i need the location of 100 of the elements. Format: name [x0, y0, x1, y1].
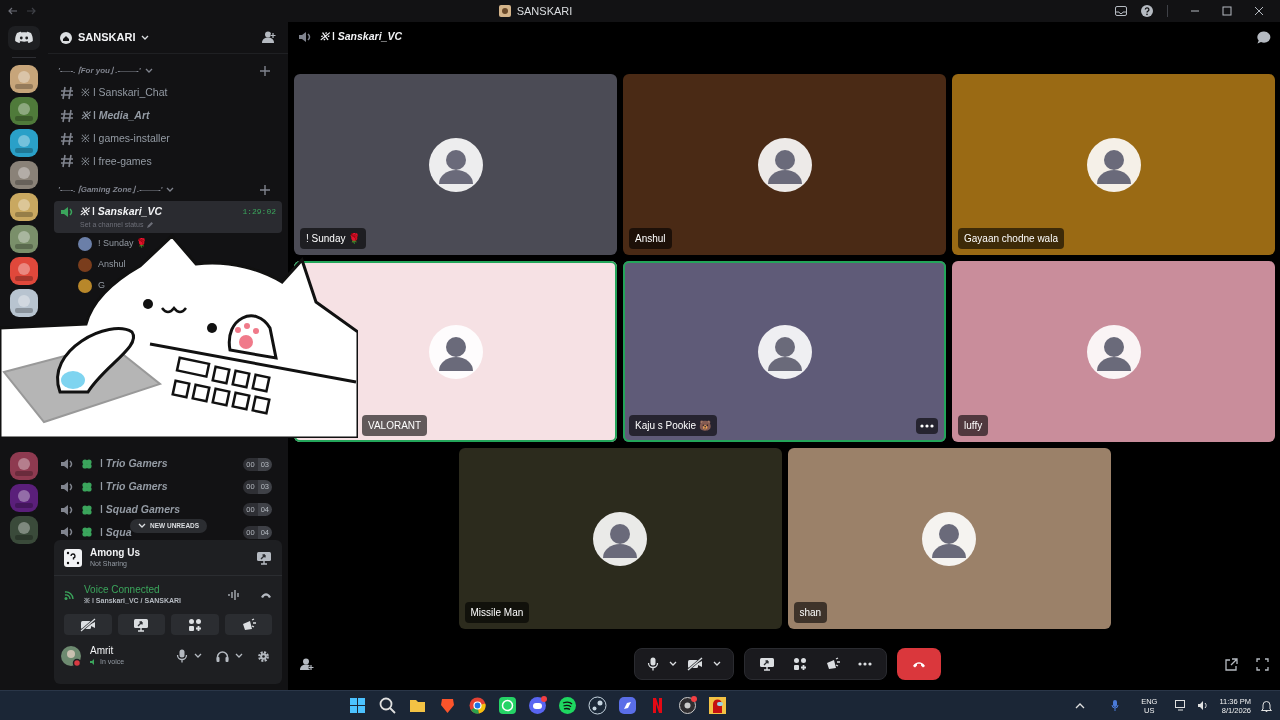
more-options-button[interactable] [916, 418, 938, 434]
participant-name: Missile Man [464, 602, 530, 623]
avatar [593, 511, 647, 566]
channel-name[interactable]: ※ ǀ games-installer [81, 130, 170, 147]
speaker-icon [60, 480, 74, 495]
video-tile[interactable]: shan [787, 448, 1111, 629]
audio-wave-icon[interactable] [228, 590, 240, 600]
crewmate-icon[interactable] [708, 696, 728, 715]
video-tile[interactable]: Kaju s Pookie 🐻 [623, 261, 946, 442]
help-icon[interactable] [1141, 5, 1153, 17]
server-name[interactable]: SANSKARI [78, 29, 136, 46]
category-header[interactable]: '-—-. ⌈Gaming Zone⌋ .-——-' [58, 183, 163, 196]
camera-off-icon[interactable] [687, 657, 703, 671]
add-user-icon[interactable] [300, 657, 314, 671]
panel-button[interactable] [117, 614, 165, 635]
camera-off-icon[interactable] [79, 617, 96, 632]
participant-name: luffy [958, 415, 989, 436]
panel-button[interactable] [171, 614, 219, 635]
close-icon[interactable] [1254, 6, 1264, 16]
server-icon[interactable] [10, 289, 38, 317]
plus-icon[interactable] [260, 66, 270, 76]
music-icon[interactable] [558, 696, 578, 715]
soundboard-icon[interactable] [240, 617, 256, 632]
inbox-icon[interactable] [1115, 6, 1127, 16]
more-icon[interactable] [920, 424, 934, 428]
speaker-icon [60, 204, 74, 219]
chevron-up-icon[interactable] [1075, 702, 1086, 709]
search-icon[interactable] [378, 696, 398, 715]
back-arrow-icon[interactable] [8, 7, 18, 15]
record-icon[interactable] [678, 696, 698, 715]
hang-up-button[interactable] [897, 648, 941, 680]
window-title: SANSKARI [516, 3, 573, 19]
screen-share-icon[interactable] [133, 617, 150, 632]
video-tile[interactable]: Gayaan chodne wala [952, 74, 1275, 255]
participant-name: Anshul [629, 228, 672, 249]
avatar [428, 324, 483, 379]
pop-out-icon[interactable] [1225, 657, 1238, 671]
maximize-icon[interactable] [1222, 6, 1232, 16]
channel-name[interactable]: ǀ Squa [100, 524, 132, 541]
panel-button[interactable] [224, 614, 272, 635]
avatar[interactable] [60, 645, 82, 667]
chat-icon[interactable] [1257, 30, 1271, 44]
video-tile[interactable]: Missile Man [458, 448, 782, 629]
more-icon[interactable] [858, 662, 872, 666]
participant-name: Gayaan chodne wala [958, 228, 1064, 249]
server-icon[interactable] [10, 129, 38, 157]
server-icon[interactable] [10, 97, 38, 125]
soundboard-icon[interactable] [825, 657, 840, 671]
start-icon[interactable] [348, 696, 368, 715]
avatar [757, 137, 812, 192]
speaker-icon [298, 30, 312, 44]
video-tile[interactable]: luffy [952, 261, 1275, 442]
member-name[interactable]: ! Sunday 🌹 [98, 236, 148, 251]
video-tile[interactable]: ! Sunday 🌹 [294, 74, 617, 255]
channel-name[interactable]: ǀ Squad Gamers [100, 501, 180, 518]
channel-name[interactable]: ※ ǀ Sanskari_Chat [81, 85, 168, 102]
microphone-icon[interactable] [176, 649, 188, 663]
member-name[interactable]: G [98, 278, 105, 293]
disconnect-icon[interactable] [260, 591, 272, 599]
caret-icon[interactable] [194, 653, 202, 659]
category-header[interactable]: '-—-. ⌈For you⌋ .-——-' [58, 65, 141, 77]
hash-icon [60, 86, 74, 101]
caret-icon[interactable] [235, 653, 243, 659]
participant-name: VALORANT [362, 415, 428, 436]
server-icon[interactable] [10, 193, 38, 221]
member-name[interactable]: Anshul [98, 257, 126, 272]
settings-icon[interactable] [257, 649, 270, 663]
speaker-icon [90, 658, 96, 665]
channel-name[interactable]: ǀ Trio Gamers [100, 479, 168, 495]
add-member-icon[interactable] [262, 31, 276, 44]
plus-icon[interactable] [260, 184, 270, 195]
participant-name: ! Sunday 🌹 [300, 228, 367, 249]
channel-name[interactable]: ǀ Trio Gamers [100, 456, 168, 473]
server-icon[interactable] [10, 257, 38, 285]
compass-icon[interactable] [618, 696, 638, 715]
screen-share-icon[interactable] [256, 550, 272, 565]
microphone-icon[interactable] [647, 657, 659, 671]
activities-icon[interactable] [793, 657, 807, 671]
server-icon[interactable] [10, 452, 38, 480]
monitor-icon[interactable] [1175, 700, 1188, 711]
notification-bell-icon[interactable] [1261, 699, 1272, 712]
video-tile[interactable]: Anshul [623, 74, 946, 255]
hang-up-icon[interactable] [912, 660, 926, 668]
speaker-icon [60, 525, 74, 540]
screen-share-icon[interactable] [759, 657, 775, 671]
server-icon[interactable] [10, 161, 38, 189]
chat-app-icon[interactable] [498, 696, 518, 715]
activities-icon[interactable] [187, 617, 202, 632]
headphones-icon[interactable] [216, 650, 229, 662]
pencil-icon[interactable] [147, 221, 154, 228]
channel-name[interactable]: ※ ǀ free-games [81, 153, 152, 170]
voice-status: Voice Connected [84, 584, 161, 595]
server-icon[interactable] [10, 65, 38, 93]
channel-name[interactable]: ※ ǀ Media_Art [81, 108, 150, 124]
server-icon[interactable] [10, 225, 38, 253]
panel-button[interactable] [64, 614, 112, 635]
participant-name: Kaju s Pookie 🐻 [629, 415, 717, 436]
participant-name: shan [793, 602, 828, 623]
fullscreen-icon[interactable] [1256, 657, 1269, 671]
volume-icon[interactable] [1197, 700, 1210, 711]
